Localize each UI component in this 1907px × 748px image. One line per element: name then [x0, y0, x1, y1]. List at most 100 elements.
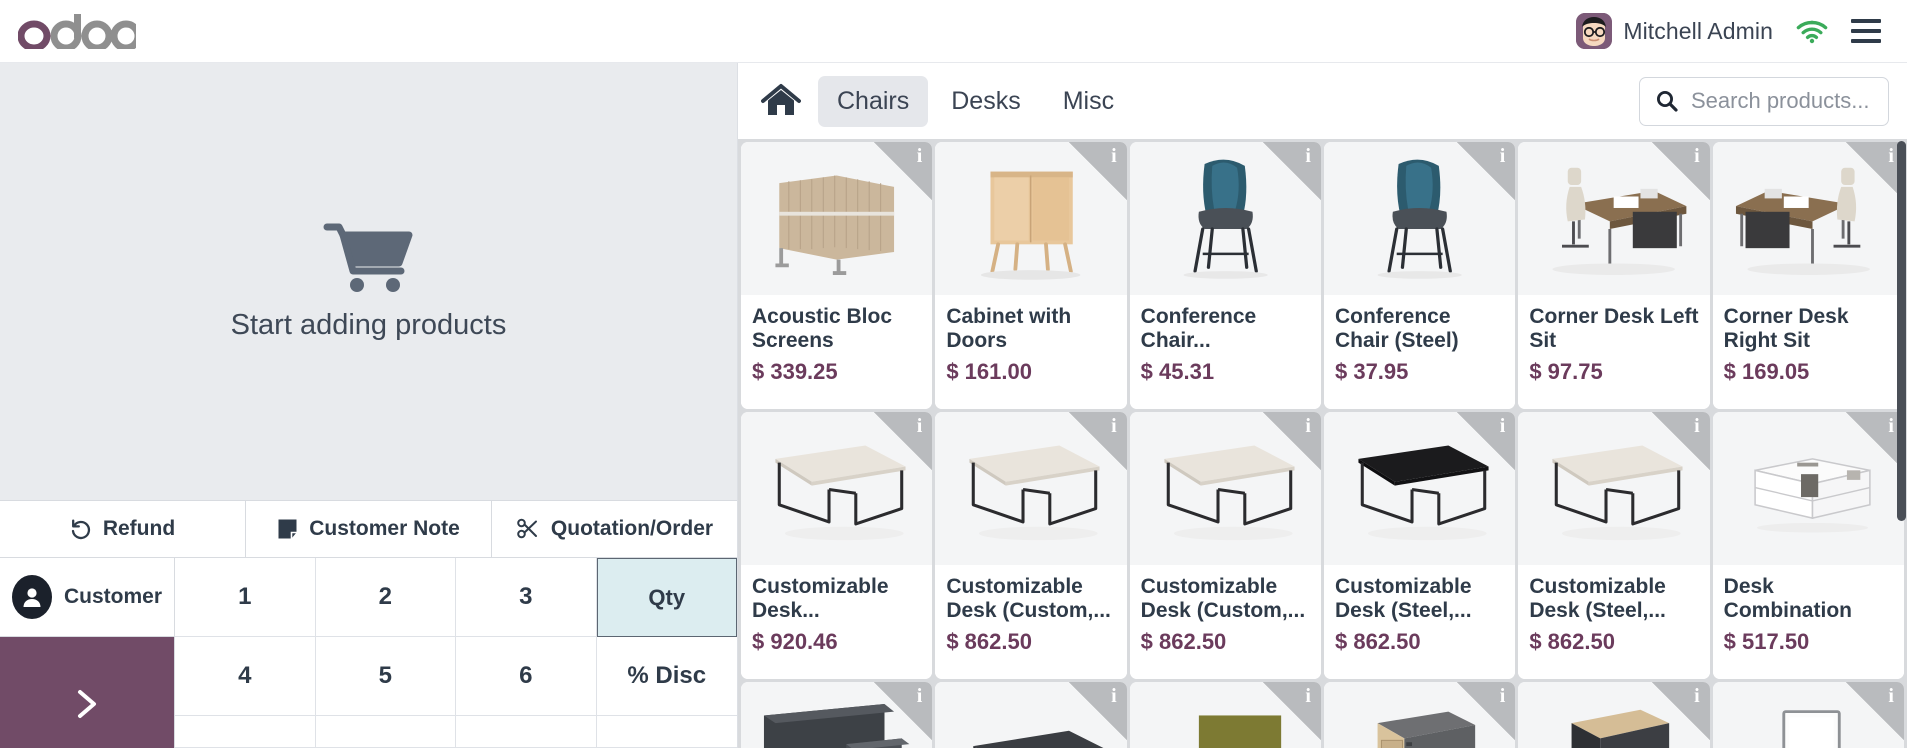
numpad-mode-discount[interactable]: % Disc	[596, 637, 737, 716]
product-image: i	[935, 142, 1127, 295]
product-card[interactable]: i	[1129, 682, 1321, 748]
category-tab-misc[interactable]: Misc	[1044, 76, 1133, 127]
quotation-order-button[interactable]: Quotation/Order	[492, 501, 737, 557]
product-search-box[interactable]	[1639, 76, 1889, 126]
avatar-image-icon	[1576, 13, 1613, 49]
product-card[interactable]: i Customizable Desk	[1323, 412, 1516, 679]
product-info-icon[interactable]: i	[1457, 412, 1516, 470]
product-info-icon[interactable]: i	[1457, 682, 1516, 740]
product-info-icon[interactable]: i	[1845, 682, 1904, 740]
numpad-key-5[interactable]: 5	[315, 637, 456, 716]
customer-button[interactable]: Customer	[0, 558, 175, 637]
user-menu[interactable]: Mitchell Admin	[1576, 13, 1773, 49]
product-name: Conference Chair (Steel)	[1334, 305, 1459, 352]
numpad-key-6[interactable]: 6	[456, 637, 597, 716]
product-image: i	[741, 142, 933, 295]
product-name: Customizable Desk (Custom,...	[946, 575, 1111, 622]
customer-note-button[interactable]: Customer Note	[246, 501, 492, 557]
home-button[interactable]	[748, 72, 814, 130]
product-image: i	[1712, 682, 1904, 748]
refund-label: Refund	[102, 517, 176, 540]
product-image: i	[741, 682, 933, 748]
category-bar: Chairs Desks Misc	[738, 63, 1907, 139]
product-card[interactable]: i Conference Chair... $ 45.31	[1129, 142, 1321, 409]
product-info: Conference Chair... $ 45.31	[1129, 295, 1321, 409]
product-price: $ 920.46	[752, 629, 838, 655]
product-info: Customizable Desk (Steel,... $ 862.50	[1518, 565, 1710, 679]
numpad-key-2[interactable]: 2	[315, 558, 456, 637]
product-card[interactable]: i	[741, 682, 933, 748]
product-info-icon[interactable]: i	[874, 142, 933, 200]
product-card[interactable]: i Acoustic Bloc Screens $ 339.25	[741, 142, 933, 409]
product-card[interactable]: i	[1518, 142, 1710, 409]
chevron-right-icon	[70, 680, 104, 728]
product-card[interactable]: i Customizable Desk... $ 920.46	[741, 412, 933, 679]
shopping-cart-icon	[323, 221, 415, 299]
product-info: Acoustic Bloc Screens $ 339.25	[741, 295, 933, 409]
product-image: i	[1323, 412, 1516, 565]
product-card[interactable]: i Desk Combination $ 517.50	[1712, 412, 1904, 679]
product-info-icon[interactable]: i	[1651, 142, 1710, 200]
order-panel: Start adding products Refund Customer No…	[0, 63, 738, 748]
numpad-key-1[interactable]: 1	[175, 558, 316, 637]
product-card[interactable]: i Conference Chair (Steel) $ 37.95	[1323, 142, 1516, 409]
product-info-icon[interactable]: i	[874, 682, 933, 740]
numpad-key-3[interactable]: 3	[456, 558, 597, 637]
product-image: i	[1518, 682, 1710, 748]
product-grid-scroll-area[interactable]: i Acoustic Bloc Screens $ 339.25 i Cabin…	[738, 139, 1907, 748]
product-info-icon[interactable]: i	[1262, 682, 1321, 740]
product-image: i	[1518, 412, 1710, 565]
product-card[interactable]: i	[1518, 682, 1710, 748]
numpad-key-7[interactable]	[175, 716, 316, 748]
product-info-icon[interactable]: i	[1068, 412, 1127, 470]
product-image: i	[935, 412, 1127, 565]
product-card[interactable]: i	[935, 682, 1127, 748]
product-info-icon[interactable]: i	[1262, 412, 1321, 470]
product-card[interactable]: i Customizable Desk	[1129, 412, 1321, 679]
product-info: Cabinet with Doors $ 161.00	[935, 295, 1127, 409]
product-price: $ 862.50	[1140, 629, 1227, 655]
product-info-icon[interactable]: i	[1845, 142, 1904, 200]
numpad-mode-qty[interactable]: Qty	[596, 558, 737, 637]
product-price: $ 862.50	[1334, 629, 1421, 655]
numpad-key-8[interactable]	[315, 716, 456, 748]
pay-button[interactable]	[0, 637, 175, 748]
note-icon	[278, 519, 297, 539]
order-action-buttons: Refund Customer Note Quotation/Order	[0, 500, 737, 558]
product-card[interactable]: i	[1712, 682, 1904, 748]
numpad-key-4[interactable]: 4	[175, 637, 316, 716]
wifi-icon[interactable]	[1795, 18, 1829, 44]
odoo-logo[interactable]	[18, 13, 136, 49]
product-card[interactable]: i Customizable Desk	[1518, 412, 1710, 679]
product-info-icon[interactable]: i	[1068, 682, 1127, 740]
product-card[interactable]: i Cabinet with Doors $ 161.00	[935, 142, 1127, 409]
product-name: Desk Combination	[1723, 575, 1852, 622]
hamburger-menu-icon[interactable]	[1851, 19, 1881, 43]
numpad-mode-price[interactable]	[596, 716, 737, 748]
numpad-key-9[interactable]	[456, 716, 597, 748]
quotation-order-label: Quotation/Order	[550, 517, 714, 540]
product-card[interactable]: i	[1712, 142, 1904, 409]
product-price: $ 37.95	[1334, 359, 1409, 385]
product-info-icon[interactable]: i	[1651, 682, 1710, 740]
burger-line	[1851, 29, 1881, 33]
product-info-icon[interactable]: i	[1068, 142, 1127, 200]
product-image: i	[1518, 142, 1710, 295]
product-info-icon[interactable]: i	[1457, 142, 1516, 200]
product-image: i	[1712, 142, 1904, 295]
product-image: i	[1129, 412, 1321, 565]
category-tab-chairs[interactable]: Chairs	[818, 75, 929, 127]
refund-button[interactable]: Refund	[0, 501, 246, 557]
product-info: Corner Desk Left Sit $ 97.75	[1518, 295, 1710, 409]
product-image: i	[1129, 142, 1321, 295]
product-card[interactable]: i	[1323, 682, 1516, 748]
product-info-icon[interactable]: i	[1651, 412, 1710, 470]
category-tab-desks[interactable]: Desks	[932, 76, 1039, 127]
product-grid-scrollbar[interactable]	[1897, 141, 1906, 521]
app-header: Mitchell Admin	[0, 0, 1907, 63]
product-info-icon[interactable]: i	[874, 412, 933, 470]
product-info-icon[interactable]: i	[1845, 412, 1904, 470]
search-input[interactable]	[1691, 88, 1872, 114]
product-card[interactable]: i Customizable Desk	[935, 412, 1127, 679]
product-info-icon[interactable]: i	[1262, 142, 1321, 200]
